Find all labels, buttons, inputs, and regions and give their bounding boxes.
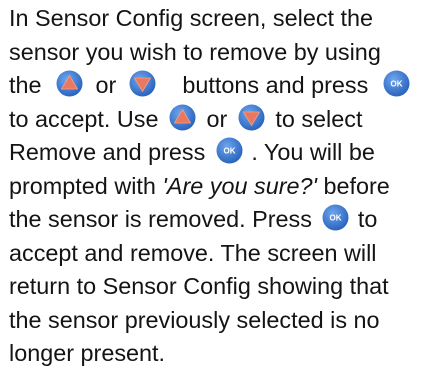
text-segment: the sensor is removed. Press [9, 206, 312, 232]
svg-text:OK: OK [223, 147, 235, 156]
text-segment: sensor you wish to remove by using [9, 38, 381, 65]
down-arrow-button-icon [238, 104, 265, 131]
text-line-9: return to Sensor Config showing that [9, 270, 441, 304]
up-arrow-button-icon [169, 104, 196, 131]
text-segment: accept and remove. The screen will [9, 239, 377, 266]
text-segment: buttons and press [182, 72, 369, 98]
ok-button-icon: OK [383, 70, 410, 97]
text-line-2: sensor you wish to remove by using [9, 36, 441, 70]
up-arrow-button-icon [56, 70, 83, 97]
text-segment: or [95, 72, 117, 98]
down-arrow-button-icon [129, 70, 156, 97]
text-line-1: In Sensor Config screen, select the [9, 2, 441, 36]
text-segment: prompted with [9, 172, 156, 199]
text-line-5: Remove and press OK . You will be [9, 136, 441, 170]
text-segment: Remove and press [9, 139, 206, 165]
text-line-3: the or buttons and press OK [9, 69, 441, 103]
text-line-6: prompted with 'Are you sure?' before [9, 170, 441, 204]
quoted-prompt: 'Are you sure?' [162, 172, 317, 199]
text-segment: or [206, 105, 228, 132]
text-segment: In Sensor Config screen, select the [9, 5, 374, 31]
text-line-7: the sensor is removed. Press OK to [9, 203, 441, 237]
text-line-11: longer present. [9, 337, 441, 371]
text-segment: to accept. Use [9, 105, 159, 132]
text-segment: to [357, 206, 378, 232]
text-segment: return to Sensor Config showing that [9, 273, 389, 299]
text-segment: . You will be [251, 139, 375, 165]
text-segment: longer present. [9, 340, 166, 366]
text-segment: the [9, 72, 42, 98]
text-line-8: accept and remove. The screen will [9, 237, 441, 271]
instruction-paragraph: In Sensor Config screen, select the sens… [9, 2, 441, 371]
text-segment: before [323, 172, 390, 199]
text-segment: the sensor previously selected is no [9, 306, 380, 333]
text-line-10: the sensor previously selected is no [9, 304, 441, 338]
ok-button-icon: OK [216, 137, 243, 164]
text-segment: to select [275, 105, 363, 132]
text-line-4: to accept. Use or to select [9, 103, 441, 137]
ok-button-icon: OK [322, 204, 349, 231]
svg-text:OK: OK [330, 214, 342, 223]
svg-text:OK: OK [390, 80, 402, 89]
